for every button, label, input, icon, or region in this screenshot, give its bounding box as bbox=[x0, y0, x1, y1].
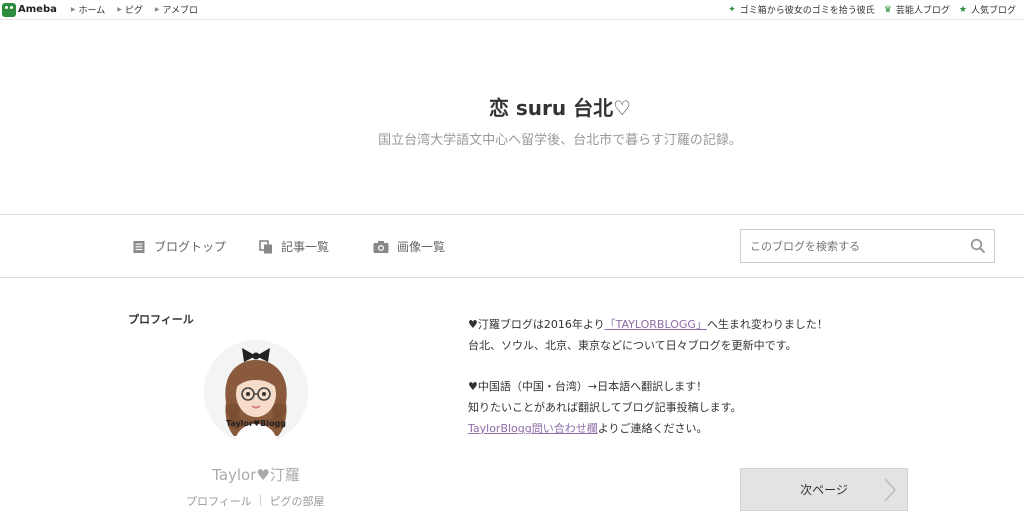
message-text: へ生まれ変わりました！ bbox=[706, 318, 828, 331]
avatar[interactable]: Taylor♥Blogg bbox=[204, 340, 308, 444]
next-page-label: 次ページ bbox=[800, 483, 848, 497]
profile-links: プロフィール | ピグの部屋 bbox=[186, 493, 325, 509]
top-right-links: ✦ ゴミ箱から彼女のゴミを拾う彼氏 ♛ 芸能人ブログ ★ 人気ブログ bbox=[719, 3, 1016, 17]
blog-title[interactable]: 恋 suru 台北♡ bbox=[0, 92, 1024, 121]
top-nav-label: ピグ bbox=[124, 6, 143, 16]
profile-name[interactable]: Taylor♥汀羅 bbox=[0, 464, 512, 485]
link-separator: | bbox=[258, 493, 263, 506]
ameba-logo[interactable]: Ameba bbox=[2, 2, 57, 17]
logo-text: Ameba bbox=[18, 4, 57, 15]
message-line: 台北、ソウル、北京、東京などについて日々ブログを更新中です。 bbox=[468, 338, 797, 352]
divider bbox=[0, 214, 1024, 215]
document-icon bbox=[133, 240, 145, 253]
top-nav-label: ホーム bbox=[78, 6, 106, 16]
star-icon: ★ bbox=[958, 4, 967, 15]
nav-article-list[interactable]: 記事一覧 bbox=[259, 238, 329, 255]
triangle-icon: ▶ bbox=[154, 6, 160, 13]
message-gap bbox=[468, 357, 908, 378]
top-nav-label: アメブロ bbox=[162, 6, 199, 16]
nav-image-list[interactable]: 画像一覧 bbox=[373, 238, 445, 255]
contact-link[interactable]: TaylorBlogg問い合わせ欄 bbox=[468, 422, 598, 435]
message-text: ♥汀羅ブログは2016年より bbox=[468, 318, 605, 331]
top-nav-pigg[interactable]: ▶ ピグ bbox=[117, 3, 143, 16]
next-page-button[interactable]: 次ページ bbox=[740, 468, 908, 511]
nav-label: ブログトップ bbox=[154, 240, 227, 254]
message-text: よりご連絡ください。 bbox=[597, 421, 708, 435]
frog-icon bbox=[2, 2, 16, 17]
top-link-popular[interactable]: ★ 人気ブログ bbox=[958, 3, 1016, 17]
triangle-icon: ▶ bbox=[117, 6, 122, 13]
nav-label: 画像一覧 bbox=[397, 240, 446, 254]
top-nav-home[interactable]: ▶ ホーム bbox=[71, 3, 105, 16]
top-link-label: 芸能人ブログ bbox=[895, 6, 950, 16]
avatar-caption: Taylor♥Blogg bbox=[226, 419, 286, 428]
divider bbox=[0, 277, 1024, 278]
search-icon[interactable] bbox=[970, 238, 986, 254]
top-bar: Ameba ▶ ホーム ▶ ピグ ▶ アメブロ ✦ ゴミ箱から彼女のゴミを拾う彼氏 ♛ 芸… bbox=[0, 0, 1024, 20]
top-nav: ▶ ホーム ▶ ピグ ▶ アメブロ bbox=[71, 3, 210, 16]
top-link-label: 人気ブログ bbox=[970, 6, 1016, 16]
message-line: ♥汀羅ブログは2016年より「TAYLORBLOGG」へ生まれ変わりました！ bbox=[468, 315, 908, 336]
top-nav-ameblo[interactable]: ▶ アメブロ bbox=[155, 3, 198, 16]
message-line: TaylorBlogg問い合わせ欄よりご連絡ください。 bbox=[468, 419, 908, 440]
crown-icon: ♛ bbox=[883, 4, 892, 15]
nav-label: 記事一覧 bbox=[281, 240, 330, 254]
blog-message: ♥汀羅ブログは2016年より「TAYLORBLOGG」へ生まれ変わりました！ 台… bbox=[468, 315, 908, 440]
taylorblogg-link[interactable]: 「TAYLORBLOGG」 bbox=[605, 318, 707, 331]
top-link-celebrity[interactable]: ♛ 芸能人ブログ bbox=[883, 3, 950, 17]
profile-heading: プロフィール bbox=[128, 313, 194, 326]
search-input[interactable] bbox=[741, 231, 970, 261]
nav-blog-top[interactable]: ブログトップ bbox=[132, 238, 226, 255]
chevron-right-icon bbox=[884, 478, 897, 502]
avatar-illustration bbox=[204, 340, 308, 444]
top-link-featured[interactable]: ✦ ゴミ箱から彼女のゴミを拾う彼氏 bbox=[728, 3, 875, 17]
message-line: ♥中国語（中国・台湾）→日本語へ翻訳します！ bbox=[468, 380, 708, 394]
top-link-label: ゴミ箱から彼女のゴミを拾う彼氏 bbox=[739, 6, 875, 16]
triangle-icon: ▶ bbox=[70, 6, 76, 13]
message-line: 知りたいことがあれば翻訳してブログ記事投稿します。 bbox=[468, 401, 742, 415]
blog-description: 国立台湾大学語文中心へ留学後、台北市で暮らす汀羅の記録。 bbox=[378, 133, 742, 148]
copy-icon bbox=[259, 239, 272, 253]
blog-search bbox=[740, 229, 995, 263]
profile-link[interactable]: プロフィール bbox=[186, 493, 252, 509]
camera-icon bbox=[373, 240, 389, 253]
sparkle-icon: ✦ bbox=[728, 4, 736, 15]
pigg-room-link[interactable]: ピグの部屋 bbox=[270, 493, 325, 509]
